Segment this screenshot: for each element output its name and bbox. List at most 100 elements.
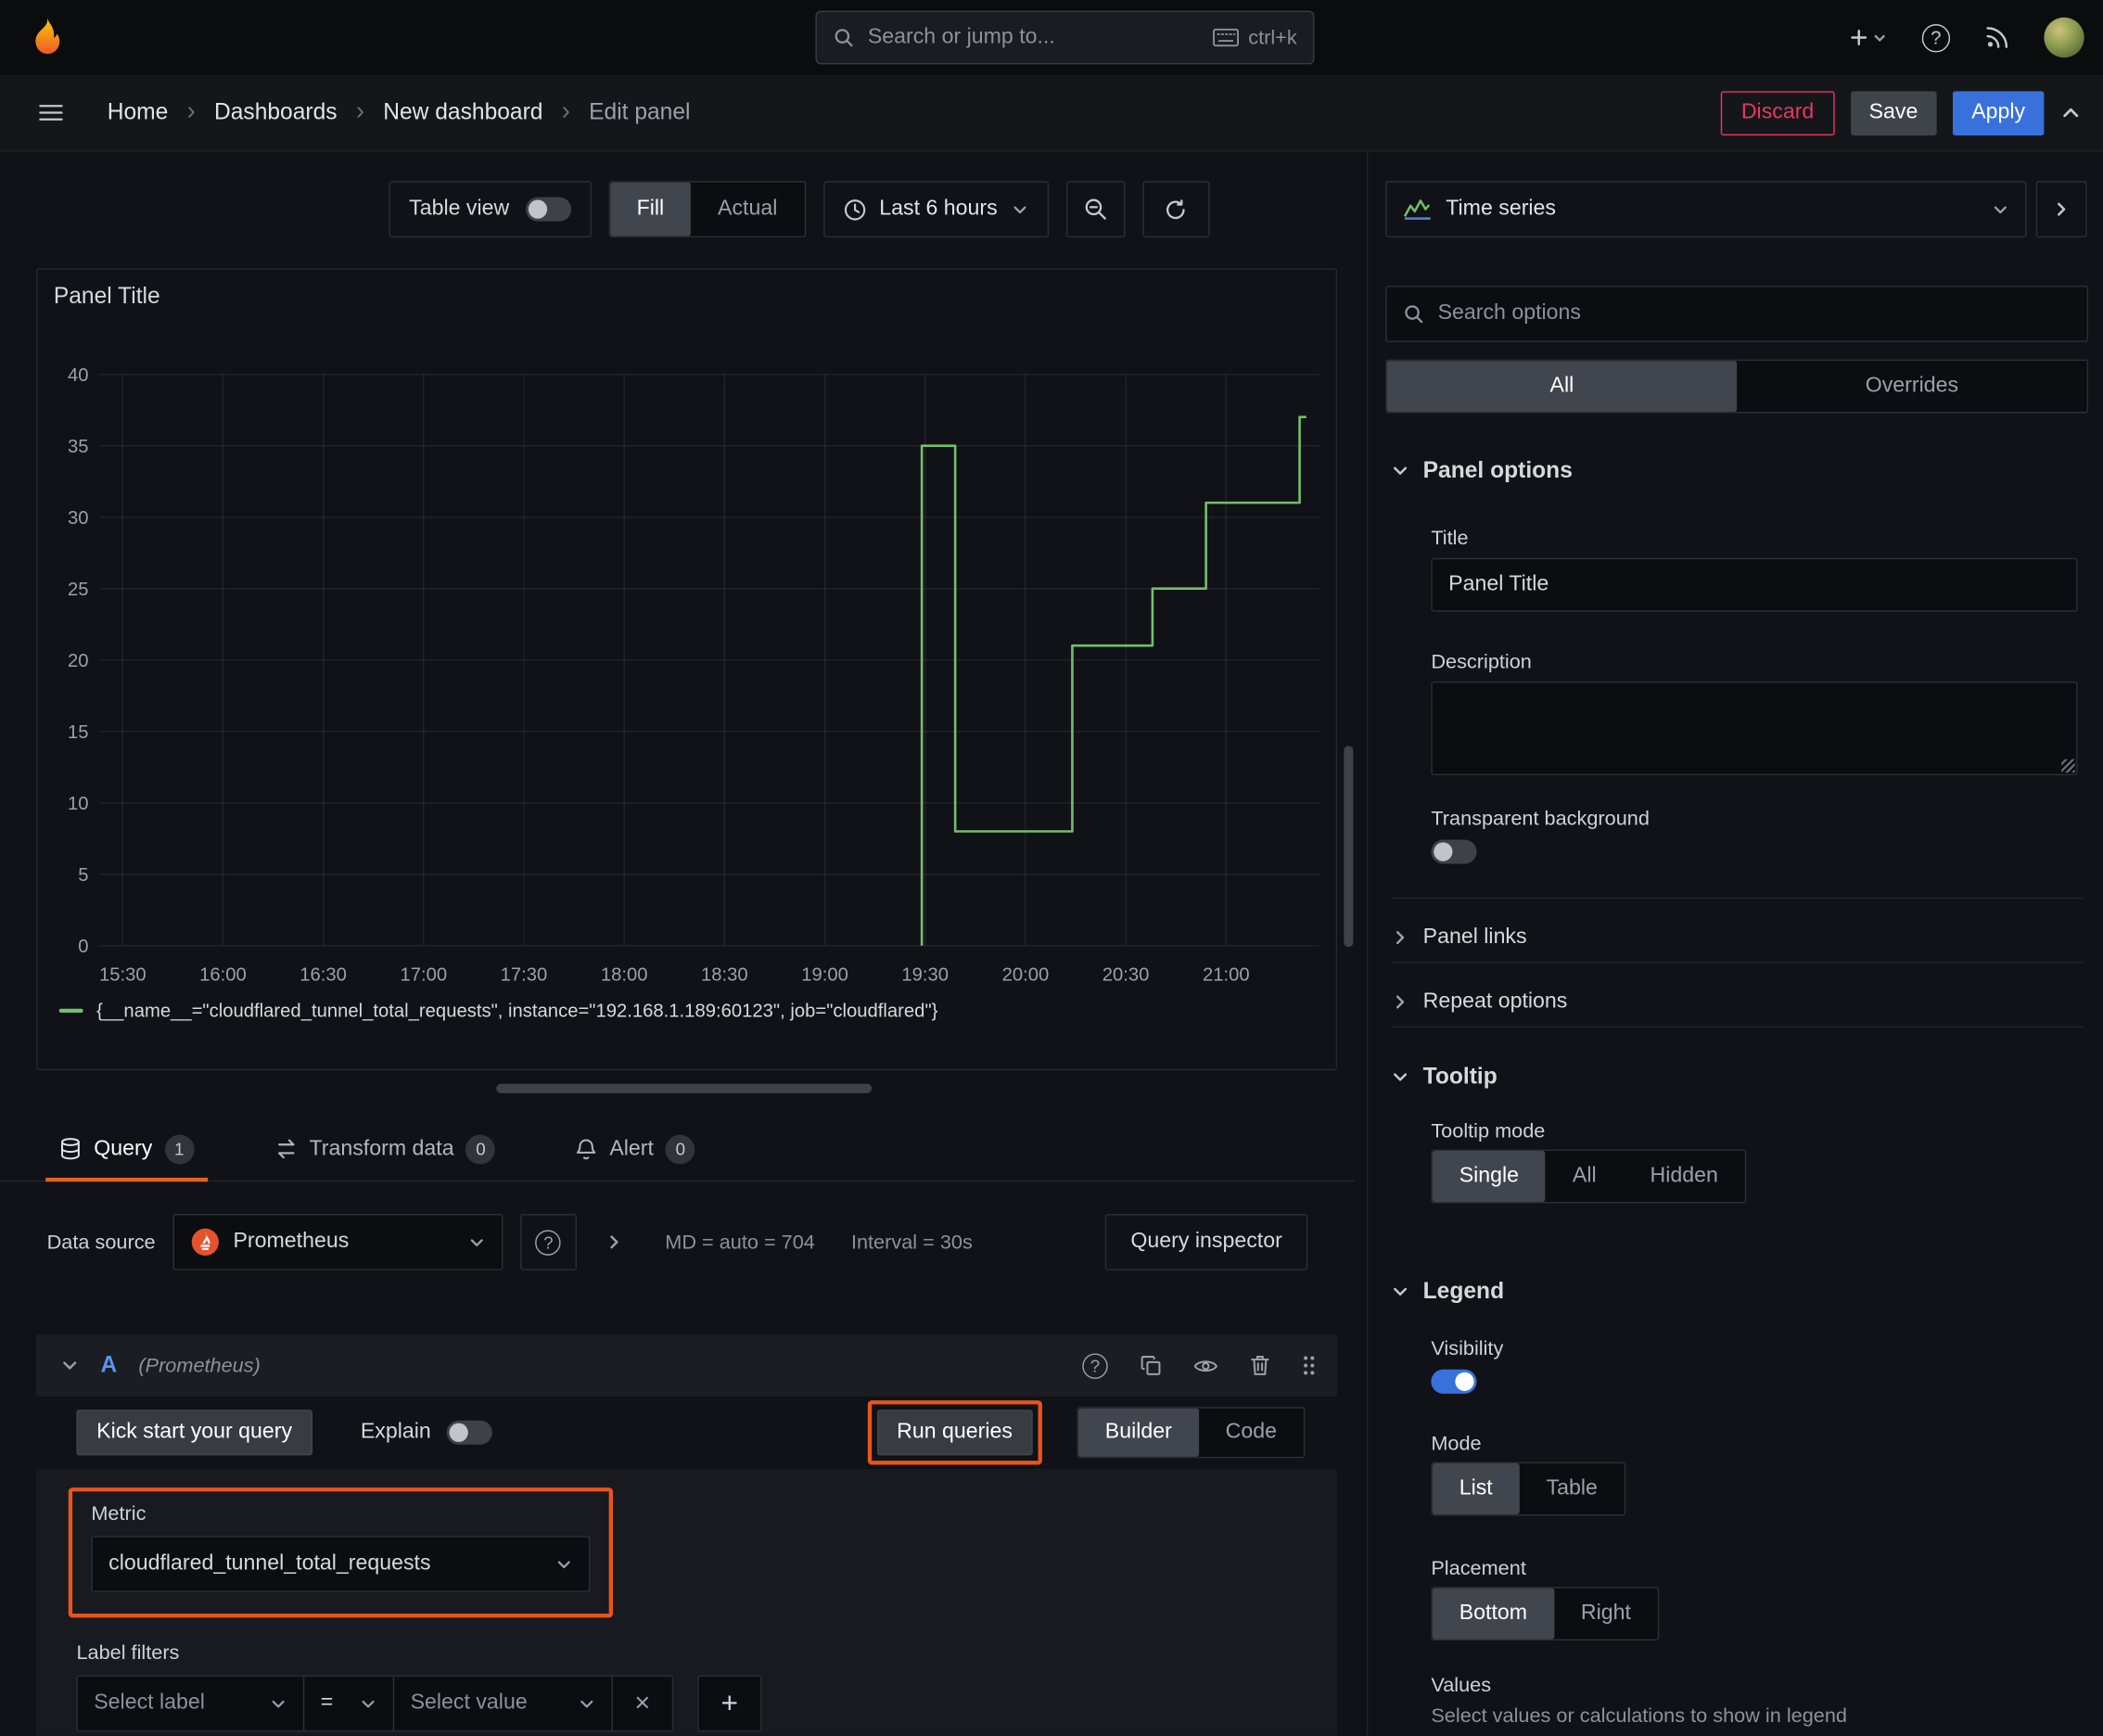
chevron-down-icon (270, 1695, 287, 1713)
actual-option[interactable]: Actual (691, 183, 804, 236)
query-editor-card: A (Prometheus) ? Kick start your query E… (36, 1334, 1338, 1736)
label-filters-section: Label filters Select label = Select valu… (76, 1641, 1296, 1732)
description-textarea[interactable] (1431, 681, 2078, 776)
svg-text:5: 5 (78, 865, 88, 886)
news-feed-icon[interactable] (1985, 25, 2009, 49)
legend-visibility-toggle[interactable] (1431, 1369, 1477, 1394)
transparent-background-label: Transparent background (1431, 807, 1650, 831)
chart-svg[interactable]: 0 5 10 15 20 25 30 35 40 15:30 16:00 16:30 17:00 17:3… (45, 337, 1331, 994)
panel-title[interactable]: Panel Title (54, 283, 160, 310)
code-option[interactable]: Code (1199, 1409, 1304, 1457)
transparent-background-toggle[interactable] (1431, 839, 1477, 864)
remove-filter-button[interactable]: × (611, 1675, 674, 1732)
datasource-select[interactable]: Prometheus (172, 1214, 503, 1270)
kick-start-query-button[interactable]: Kick start your query (76, 1410, 312, 1456)
hide-response-eye-icon[interactable] (1193, 1357, 1218, 1374)
discard-button[interactable]: Discard (1721, 90, 1834, 135)
query-row-header[interactable]: A (Prometheus) ? (36, 1334, 1338, 1397)
help-icon[interactable]: ? (1921, 23, 1951, 52)
add-new-icon[interactable] (1850, 28, 1888, 46)
tab-transform-data[interactable]: Transform data 0 (261, 1117, 508, 1181)
time-series-chart-icon (1403, 198, 1433, 220)
svg-text:15: 15 (68, 722, 89, 743)
legend-section-header[interactable]: Legend (1391, 1278, 1504, 1305)
panel-preview: Panel Title 0 5 10 15 20 25 30 35 40 15:30 16:00 16… (36, 268, 1338, 1071)
select-label-dropdown[interactable]: Select label (76, 1675, 305, 1732)
tooltip-mode-all[interactable]: All (1546, 1151, 1624, 1202)
chevron-right-icon (2052, 200, 2071, 219)
keyboard-icon (1212, 28, 1239, 47)
query-help-icon[interactable]: ? (1082, 1352, 1108, 1379)
breadcrumb-dashboards[interactable]: Dashboards (214, 99, 338, 126)
datasource-help-button[interactable]: ? (520, 1214, 577, 1270)
panel-preview-toolbar: Table view Fill Actual Last 6 hours (389, 181, 1210, 238)
chart-legend-item[interactable]: {__name__="cloudflared_tunnel_total_requ… (58, 1000, 938, 1021)
apply-button[interactable]: Apply (1952, 90, 2045, 135)
panel-options-section-header[interactable]: Panel options (1391, 457, 1573, 484)
options-search-box (1385, 286, 2089, 342)
legend-section-title: Legend (1422, 1278, 1505, 1304)
save-button[interactable]: Save (1850, 90, 1937, 135)
breadcrumb-separator: › (186, 97, 196, 126)
breadcrumb-new-dashboard[interactable]: New dashboard (383, 99, 542, 126)
grafana-edit-panel-page: Search or jump to... ctrl+k ? Home › Das… (0, 0, 2103, 1736)
textarea-resize-handle[interactable] (2061, 759, 2075, 773)
user-avatar[interactable] (2044, 17, 2084, 58)
bell-icon (576, 1138, 597, 1161)
tooltip-section-header[interactable]: Tooltip (1391, 1064, 1498, 1091)
metric-select[interactable]: cloudflared_tunnel_total_requests (91, 1536, 591, 1592)
global-search-input[interactable]: Search or jump to... ctrl+k (815, 10, 1315, 65)
duplicate-query-icon[interactable] (1140, 1355, 1161, 1376)
time-range-picker[interactable]: Last 6 hours (822, 181, 1049, 238)
panel-title-input[interactable] (1431, 557, 2078, 612)
visualization-select[interactable]: Time series (1385, 181, 2027, 238)
collapse-chevron-up-icon[interactable] (2060, 102, 2082, 123)
table-view-label: Table view (409, 197, 510, 221)
table-view-toggle[interactable] (525, 197, 571, 222)
toggle-viz-picker-button[interactable] (2035, 181, 2087, 238)
select-value-placeholder: Select value (410, 1691, 528, 1715)
tab-query[interactable]: Query 1 (45, 1117, 207, 1182)
max-data-points-stat: MD = auto = 704 (665, 1231, 815, 1254)
options-tab-all[interactable]: All (1386, 361, 1738, 413)
legend-placement-right[interactable]: Right (1554, 1589, 1658, 1640)
fill-option[interactable]: Fill (609, 182, 692, 236)
query-toolbar: Kick start your query Explain Run querie… (36, 1397, 1337, 1469)
tooltip-mode-single[interactable]: Single (1432, 1151, 1546, 1202)
run-queries-button[interactable]: Run queries (876, 1410, 1033, 1456)
operator-dropdown[interactable]: = (302, 1675, 395, 1732)
panel-links-section-header[interactable]: Panel links (1391, 913, 1527, 962)
drag-handle-grip-icon[interactable] (1302, 1355, 1315, 1376)
explain-toggle[interactable] (447, 1420, 493, 1445)
horizontal-scrollbar[interactable] (496, 1083, 873, 1093)
search-shortcut: ctrl+k (1212, 26, 1297, 49)
legend-placement-bottom[interactable]: Bottom (1432, 1588, 1554, 1640)
tab-alert[interactable]: Alert 0 (563, 1117, 709, 1181)
builder-code-segmented: Builder Code (1077, 1407, 1306, 1459)
grafana-logo-icon[interactable] (27, 16, 67, 56)
tooltip-mode-hidden[interactable]: Hidden (1624, 1151, 1745, 1202)
select-value-dropdown[interactable]: Select value (392, 1675, 614, 1732)
legend-mode-table[interactable]: Table (1520, 1463, 1625, 1514)
legend-values-label: Values (1431, 1674, 1492, 1697)
legend-series-swatch (58, 1007, 83, 1013)
add-filter-button[interactable]: + (697, 1675, 762, 1732)
query-inspector-button[interactable]: Query inspector (1104, 1214, 1308, 1270)
vertical-scrollbar[interactable] (1344, 746, 1354, 948)
metric-value: cloudflared_tunnel_total_requests (108, 1551, 431, 1576)
chevron-down-icon (1011, 200, 1028, 218)
menu-toggle-icon[interactable] (37, 99, 64, 126)
refresh-button[interactable] (1141, 181, 1210, 238)
zoom-out-button[interactable] (1065, 181, 1126, 238)
legend-mode-list[interactable]: List (1432, 1463, 1520, 1515)
delete-query-trash-icon[interactable] (1250, 1355, 1270, 1376)
collapse-query-chevron-icon[interactable] (60, 1356, 79, 1374)
breadcrumb-home[interactable]: Home (108, 99, 169, 126)
svg-text:20: 20 (68, 651, 89, 671)
operator-value: = (320, 1691, 334, 1715)
options-search-input[interactable] (1437, 301, 2071, 326)
repeat-options-section-header[interactable]: Repeat options (1391, 977, 1567, 1026)
collapse-options-chevron-icon[interactable] (605, 1232, 623, 1251)
options-tab-overrides[interactable]: Overrides (1737, 361, 2087, 412)
builder-option[interactable]: Builder (1077, 1408, 1199, 1457)
